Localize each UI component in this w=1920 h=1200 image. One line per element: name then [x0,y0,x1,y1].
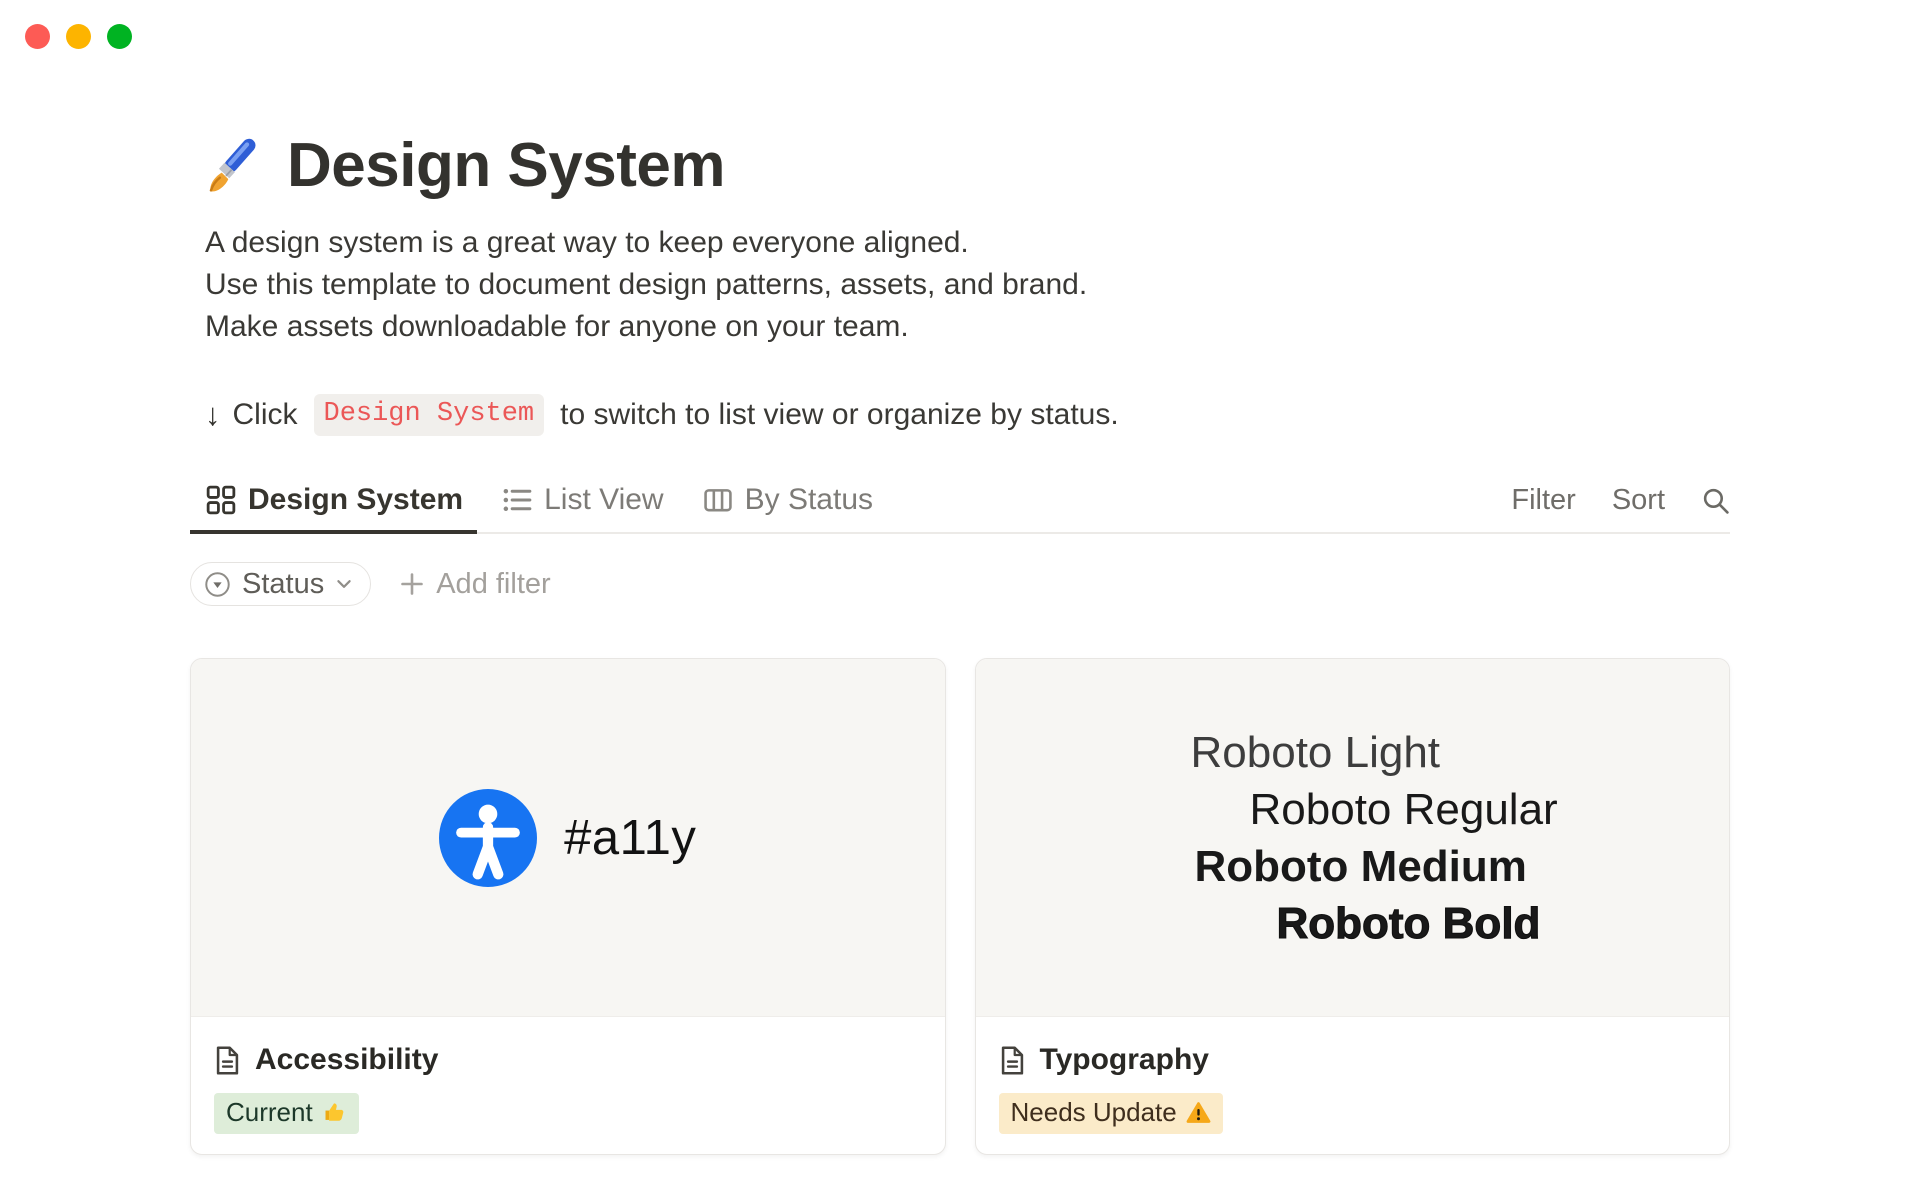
card-title-row: Accessibility [214,1043,922,1077]
list-view-icon [502,485,532,515]
card-footer: Accessibility Current [191,1017,945,1134]
view-toolbar: Design System List View [190,476,1730,534]
card-cover: Roboto Light Roboto Regular Roboto Mediu… [976,659,1730,1017]
status-filter-pill[interactable]: Status [190,562,371,606]
zoom-window-button[interactable] [107,24,132,49]
inline-code-chip: Design System [314,394,545,436]
card-title: Typography [1040,1043,1209,1077]
type-specimen-line: Roboto Light [1191,724,1441,781]
status-property-icon [204,571,231,598]
callout-text-before: Click [233,398,298,432]
card-cover: #a11y [191,659,945,1017]
toolbar-actions: Filter Sort [1511,476,1730,532]
page-doc-icon [999,1045,1026,1076]
add-filter-button[interactable]: Add filter [399,568,550,601]
page-description: A design system is a great way to keep e… [190,222,1730,348]
status-pill-label: Status [242,568,324,601]
plus-icon [399,571,425,597]
filter-button[interactable]: Filter [1511,484,1575,517]
down-arrow-icon: ↓ [205,397,221,433]
type-specimen-line: Roboto Regular [1250,781,1558,838]
sort-button[interactable]: Sort [1612,484,1665,517]
add-filter-label: Add filter [436,568,550,601]
page-title: Design System [287,132,725,200]
gallery-grid: #a11y Accessibility Current [190,658,1730,1155]
status-badge-label: Current [226,1097,313,1128]
card-title-row: Typography [999,1043,1707,1077]
tab-label: By Status [745,483,873,517]
card-typography[interactable]: Roboto Light Roboto Regular Roboto Mediu… [975,658,1731,1155]
minimize-window-button[interactable] [66,24,91,49]
card-accessibility[interactable]: #a11y Accessibility Current [190,658,946,1155]
filter-bar: Status Add filter [190,562,1730,606]
chevron-down-icon [335,575,353,593]
description-line: Use this template to document design pat… [205,264,1730,306]
status-badge-label: Needs Update [1011,1097,1177,1128]
callout-line: ↓ Click Design System to switch to list … [190,394,1730,436]
card-title: Accessibility [255,1043,438,1077]
status-badge-current: Current [214,1093,359,1134]
gallery-view-icon [206,485,236,515]
page-body: Design System A design system is a great… [190,0,1730,1155]
type-specimen-line: Roboto Bold [1277,895,1541,952]
window-controls [25,24,132,49]
page-doc-icon [214,1045,241,1076]
thumbs-up-emoji-icon [322,1100,347,1125]
board-view-icon [703,485,733,515]
tab-label: List View [544,483,664,517]
status-badge-needs-update: Needs Update [999,1093,1223,1134]
accessibility-icon [439,789,537,887]
card-footer: Typography Needs Update [976,1017,1730,1134]
tab-design-system[interactable]: Design System [190,476,477,532]
cover-hashtag-text: #a11y [564,810,696,866]
tab-label: Design System [248,483,463,517]
callout-text-after: to switch to list view or organize by st… [560,398,1119,432]
search-button[interactable] [1701,486,1730,515]
page-header: Design System [190,132,1730,200]
warning-emoji-icon [1186,1100,1211,1125]
tab-by-status[interactable]: By Status [687,476,887,532]
description-line: A design system is a great way to keep e… [205,222,1730,264]
description-line: Make assets downloadable for anyone on y… [205,306,1730,348]
type-specimen-line: Roboto Medium [1195,838,1527,895]
paintbrush-emoji-icon[interactable] [203,136,263,196]
close-window-button[interactable] [25,24,50,49]
tab-list-view[interactable]: List View [486,476,678,532]
